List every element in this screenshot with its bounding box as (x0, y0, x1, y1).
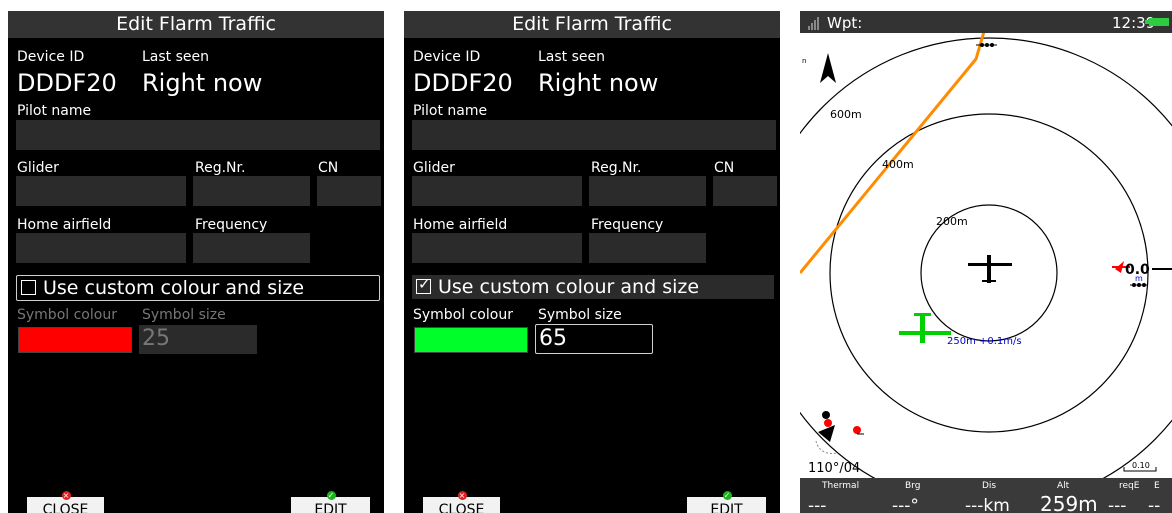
home-airfield-label: Home airfield (413, 217, 508, 233)
close-button[interactable]: × CLOSE (27, 491, 104, 513)
glider-label: Glider (413, 160, 455, 176)
edit-button[interactable]: ✓ EDIT (291, 491, 370, 513)
flarm-traffic-cluster-icon[interactable] (815, 411, 864, 454)
regnr-field[interactable] (589, 176, 706, 206)
regnr-label: Reg.Nr. (195, 160, 246, 176)
checkbox-checked-icon: ✓ (416, 275, 431, 294)
close-x-icon: × (457, 491, 467, 500)
ring-label-200: 200m (936, 215, 968, 228)
pilot-name-label: Pilot name (413, 103, 488, 119)
pilot-name-field[interactable] (16, 120, 380, 150)
last-seen-label: Last seen (142, 49, 210, 65)
device-id-value: DDDF20 (17, 69, 117, 97)
custom-colour-label: Use custom colour and size (43, 277, 305, 299)
close-button[interactable]: × CLOSE (423, 491, 500, 513)
north-arrow-icon: n (802, 53, 836, 83)
frequency-field[interactable] (589, 233, 706, 263)
waypoint-label: Wpt: (827, 14, 862, 32)
glider-field[interactable] (16, 176, 186, 206)
symbol-colour-swatch[interactable] (18, 327, 132, 353)
device-id-label: Device ID (17, 49, 85, 65)
custom-colour-checkbox[interactable]: ✓ Use custom colour and size (412, 275, 774, 299)
navigation-map[interactable]: Wpt: 12:39 n 600m 400m 200m 250m +0.1m/s (800, 11, 1172, 513)
last-seen-value: Right now (142, 69, 263, 97)
checkbox-unchecked-icon (21, 280, 36, 295)
custom-colour-checkbox[interactable]: Use custom colour and size (16, 275, 380, 301)
header-dis: Dis (982, 481, 996, 491)
frequency-label: Frequency (195, 217, 268, 233)
edit-check-icon: ✓ (722, 491, 732, 500)
header-e: E (1154, 481, 1160, 491)
glider-label: Glider (17, 160, 59, 176)
value-dis: ---km (965, 496, 1010, 513)
value-brg: ---° (892, 496, 919, 513)
symbol-colour-label: Symbol colour (17, 307, 117, 323)
symbol-size-label: Symbol size (142, 307, 226, 323)
cn-label: CN (318, 160, 339, 176)
device-id-value: DDDF20 (413, 69, 513, 97)
wind-readout: 110°/04 (808, 461, 860, 476)
edit-button[interactable]: ✓ EDIT (687, 491, 766, 513)
value-reqe: --- (1108, 496, 1126, 513)
traffic-right-unit: m (1135, 274, 1143, 283)
symbol-colour-swatch[interactable] (414, 327, 528, 353)
own-glider-icon (968, 255, 1012, 283)
cn-field[interactable] (317, 176, 381, 206)
header-reqe: reqE (1119, 481, 1140, 491)
symbol-size-field[interactable]: 65 (535, 324, 653, 354)
traffic-custom-label: 250m +0.1m/s (947, 336, 1022, 347)
edit-flarm-panel-unchecked: Edit Flarm Traffic Device ID Last seen D… (8, 11, 384, 513)
track-line (800, 11, 992, 274)
pilot-name-label: Pilot name (17, 103, 92, 119)
close-x-icon: × (61, 491, 71, 500)
frequency-field[interactable] (193, 233, 310, 263)
home-airfield-field[interactable] (16, 233, 186, 263)
symbol-colour-label: Symbol colour (413, 307, 513, 323)
value-thermal: --- (808, 496, 826, 513)
value-e: -- (1148, 496, 1160, 513)
device-id-label: Device ID (413, 49, 481, 65)
flarm-traffic-custom-icon[interactable] (899, 313, 951, 343)
frequency-label: Frequency (591, 217, 664, 233)
close-button-label: CLOSE (42, 502, 89, 513)
symbol-size-field[interactable]: 25 (139, 325, 257, 354)
regnr-field[interactable] (193, 176, 310, 206)
last-seen-value: Right now (538, 69, 659, 97)
header-brg: Brg (905, 481, 920, 491)
edit-check-icon: ✓ (326, 491, 336, 500)
custom-colour-label: Use custom colour and size (438, 276, 700, 298)
edit-flarm-panel-checked: Edit Flarm Traffic Device ID Last seen D… (404, 11, 780, 513)
ring-label-400: 400m (882, 158, 914, 171)
glider-field[interactable] (412, 176, 582, 206)
svg-text:n: n (802, 57, 806, 65)
panel-title: Edit Flarm Traffic (8, 11, 384, 38)
edit-button-label: EDIT (314, 502, 347, 513)
header-thermal: Thermal (821, 481, 859, 491)
cn-field[interactable] (713, 176, 777, 206)
pilot-name-field[interactable] (412, 120, 776, 150)
last-seen-label: Last seen (538, 49, 606, 65)
ring-label-600: 600m (830, 108, 862, 121)
symbol-size-label: Symbol size (538, 307, 622, 323)
regnr-label: Reg.Nr. (591, 160, 642, 176)
close-button-label: CLOSE (438, 502, 485, 513)
header-alt: Alt (1057, 481, 1070, 491)
edit-button-label: EDIT (710, 502, 743, 513)
home-airfield-label: Home airfield (17, 217, 112, 233)
home-airfield-field[interactable] (412, 233, 582, 263)
panel-title: Edit Flarm Traffic (404, 11, 780, 38)
scale-readout: 0.10 (1132, 461, 1150, 470)
value-alt: 259m (1040, 492, 1098, 513)
cn-label: CN (714, 160, 735, 176)
